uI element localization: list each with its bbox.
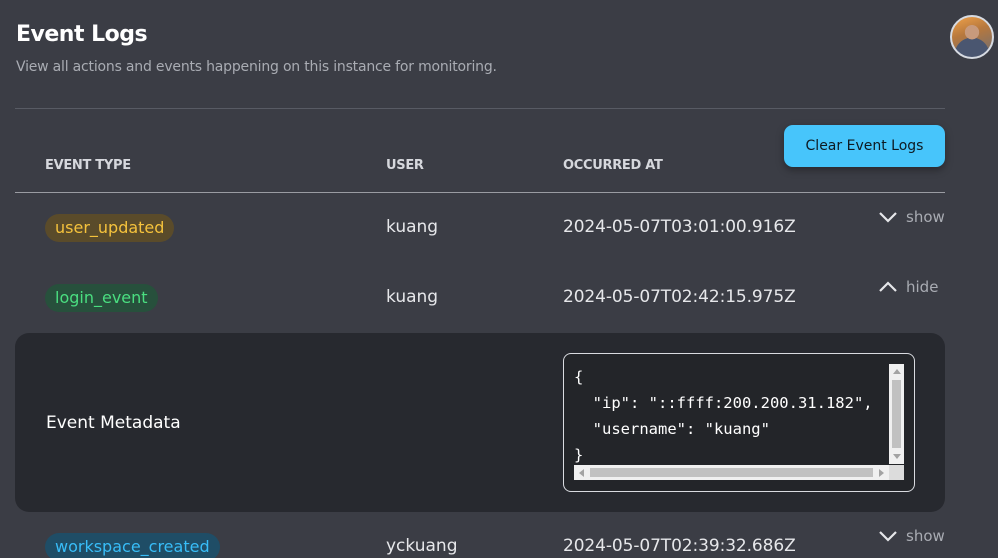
event-metadata-panel: Event Metadata { "ip": "::ffff:200.200.3… — [15, 333, 945, 512]
horizontal-scroll-thumb[interactable] — [590, 468, 873, 477]
clear-event-logs-button[interactable]: Clear Event Logs — [784, 125, 945, 167]
scroll-up-icon[interactable] — [893, 369, 901, 374]
occurred-at-cell: 2024-05-07T03:01:00.916Z — [563, 217, 796, 237]
scroll-right-icon[interactable] — [879, 469, 884, 477]
column-header-user: USER — [386, 158, 424, 173]
toggle-label: show — [906, 527, 945, 545]
occurred-at-cell: 2024-05-07T02:42:15.975Z — [563, 287, 796, 307]
table-row: workspace_created yckuang 2024-05-07T02:… — [0, 527, 998, 558]
scroll-left-icon[interactable] — [579, 469, 584, 477]
event-metadata-json[interactable]: { "ip": "::ffff:200.200.31.182", "userna… — [574, 364, 887, 464]
occurred-at-cell: 2024-05-07T02:39:32.686Z — [563, 536, 796, 556]
toggle-label: show — [906, 208, 945, 226]
user-cell: kuang — [386, 217, 439, 237]
user-cell: yckuang — [386, 536, 458, 556]
show-metadata-toggle[interactable]: show — [878, 208, 945, 226]
horizontal-scrollbar[interactable] — [574, 465, 889, 480]
event-type-badge: workspace_created — [45, 533, 220, 558]
vertical-scroll-thumb[interactable] — [892, 380, 901, 448]
page-title: Event Logs — [16, 22, 148, 47]
page-subtitle: View all actions and events happening on… — [16, 59, 497, 75]
table-row: login_event kuang 2024-05-07T02:42:15.97… — [0, 278, 998, 324]
event-type-badge: login_event — [45, 284, 158, 312]
scroll-down-icon[interactable] — [893, 454, 901, 459]
show-metadata-toggle[interactable]: show — [878, 527, 945, 545]
column-header-occurred-at: OCCURRED AT — [563, 158, 663, 173]
toggle-label: hide — [906, 278, 939, 296]
chevron-down-icon — [879, 531, 897, 542]
event-metadata-label: Event Metadata — [46, 413, 181, 433]
vertical-scrollbar[interactable] — [889, 364, 904, 464]
column-header-event-type: EVENT TYPE — [45, 158, 131, 173]
hide-metadata-toggle[interactable]: hide — [878, 278, 938, 296]
table-header-divider — [15, 192, 945, 193]
chevron-down-icon — [879, 212, 897, 223]
scrollbar-corner — [889, 465, 904, 480]
chevron-up-icon — [879, 281, 897, 292]
table-row: user_updated kuang 2024-05-07T03:01:00.9… — [0, 208, 998, 254]
event-type-badge: user_updated — [45, 214, 175, 242]
user-cell: kuang — [386, 287, 439, 307]
event-metadata-viewer[interactable]: { "ip": "::ffff:200.200.31.182", "userna… — [563, 353, 915, 492]
header-divider — [15, 108, 945, 109]
avatar[interactable] — [950, 15, 994, 59]
